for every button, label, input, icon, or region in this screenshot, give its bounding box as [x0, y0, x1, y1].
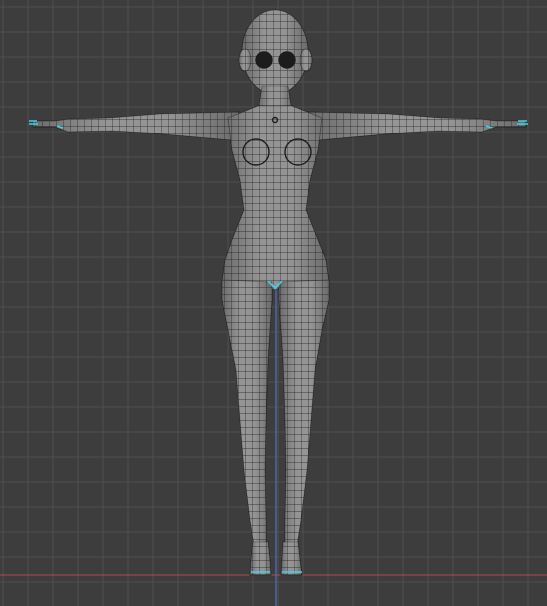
left-eye [255, 51, 273, 69]
right-eye [278, 51, 296, 69]
3d-viewport[interactable] [0, 0, 547, 606]
viewport-canvas[interactable] [0, 0, 547, 606]
character-mesh[interactable] [0, 0, 547, 606]
wireframe-overlay [33, 10, 526, 575]
